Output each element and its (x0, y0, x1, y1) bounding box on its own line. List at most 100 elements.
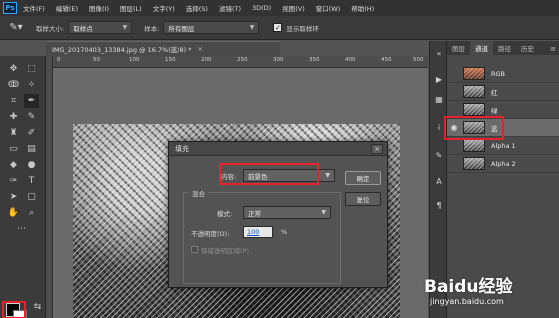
foreground-highlight-box (2, 301, 26, 318)
expand-panels-icon[interactable]: « (433, 47, 445, 59)
dodge-tool-icon[interactable]: ● (24, 158, 39, 172)
path-selection-tool-icon[interactable]: ➤ (6, 190, 21, 204)
type-tool-icon[interactable]: T (24, 174, 39, 188)
blur-tool-icon[interactable]: ◆ (6, 158, 21, 172)
sample-size-select[interactable]: 取样点 ▼ (68, 21, 133, 34)
close-icon[interactable]: × (371, 143, 383, 154)
menu-edit[interactable]: 编辑(E) (56, 3, 78, 13)
vertical-ruler (46, 56, 53, 318)
sample-label: 样本: (144, 24, 160, 33)
tab-layers[interactable]: 图层 (447, 41, 470, 55)
channel-name: 绿 (491, 106, 498, 115)
quick-select-tool-icon[interactable]: ✧ (24, 78, 39, 92)
channel-row-red[interactable]: 红 (447, 83, 559, 101)
panel-tabs: 图层 通道 路径 历史 ≡ (447, 41, 559, 55)
healing-brush-tool-icon[interactable]: ✚ (6, 110, 21, 124)
sample-value: 所有图层 (168, 24, 195, 33)
show-sampling-ring-checkbox[interactable]: ✓ (273, 23, 283, 32)
panel-menu-icon[interactable]: ≡ (550, 45, 559, 55)
tab-paths[interactable]: 路径 (493, 41, 516, 55)
clone-stamp-tool-icon[interactable]: ♜ (6, 126, 21, 140)
opacity-unit: % (281, 228, 288, 236)
menu-view[interactable]: 视图(V) (282, 3, 305, 13)
channel-thumbnail (463, 85, 485, 98)
ruler-tick-label: 0 (57, 57, 61, 63)
chevron-down-icon: ▼ (321, 209, 326, 216)
channel-name: Alpha 2 (491, 159, 516, 168)
gradient-tool-icon[interactable]: ▤ (24, 142, 39, 156)
fill-dialog: 填充 × 内容: 前景色 ▼ 混合 模式: 正常 ▼ 不透明度(O): 100 … (168, 141, 388, 288)
menu-window[interactable]: 窗口(W) (316, 3, 341, 13)
menu-type[interactable]: 文字(Y) (153, 3, 175, 13)
opacity-input[interactable]: 100 (243, 226, 273, 238)
sample-select[interactable]: 所有图层 ▼ (163, 21, 260, 34)
tab-channels[interactable]: 通道 (470, 41, 493, 55)
channel-row-rgb[interactable]: RGB (447, 65, 559, 83)
crop-tool-icon[interactable]: ⌗ (6, 94, 21, 108)
eraser-tool-icon[interactable]: ▭ (6, 142, 21, 156)
mode-select[interactable]: 正常 ▼ (243, 206, 331, 219)
menu-bar: Ps 文件(F) 编辑(E) 图像(I) 图层(L) 文字(Y) 选择(S) 滤… (0, 0, 559, 16)
menu-filter[interactable]: 滤镜(T) (219, 3, 241, 13)
channel-name: 红 (491, 88, 498, 97)
move-tool-icon[interactable]: ✥ (6, 62, 21, 76)
baidu-jingyan-watermark: Baidu经验 jingyan.baidu.com (424, 272, 554, 314)
marquee-tool-icon[interactable]: ⬚ (24, 62, 39, 76)
photoshop-logo: Ps (3, 2, 17, 14)
options-bar: ✎▾ 取样大小: 取样点 ▼ 样本: 所有图层 ▼ ✓ 显示取样环 (0, 16, 559, 40)
watermark-logo: Baidu经验 (424, 277, 513, 297)
brush-panel-icon[interactable]: ✎ (433, 149, 445, 161)
eyedropper-tool-preset-icon[interactable]: ✎▾ (4, 19, 28, 37)
chevron-down-icon: ▼ (122, 24, 128, 31)
menu-layer[interactable]: 图层(L) (120, 3, 142, 13)
pen-tool-icon[interactable]: ✑ (6, 174, 21, 188)
menu-help[interactable]: 帮助(H) (351, 3, 374, 13)
tab-history[interactable]: 历史 (516, 41, 539, 55)
channel-thumbnail (463, 157, 485, 170)
menu-select[interactable]: 选择(S) (186, 3, 208, 13)
paragraph-panel-icon[interactable]: ¶ (433, 199, 445, 211)
dialog-title-bar[interactable]: 填充 × (169, 142, 387, 156)
channel-name: Alpha 1 (491, 141, 516, 150)
more-tools-icon[interactable]: ⋯ (14, 222, 29, 236)
ruler-tick-label: 50 (93, 57, 100, 63)
chevron-down-icon: ▼ (249, 24, 255, 31)
ruler-tick-label: 100 (129, 57, 140, 63)
zoom-tool-icon[interactable]: ⌕ (24, 206, 39, 220)
sample-size-label: 取样大小: (36, 24, 65, 33)
ok-button[interactable]: 确定 (345, 171, 381, 185)
channel-thumbnail (463, 139, 485, 152)
ruler-tick-label: 200 (201, 57, 212, 63)
close-icon[interactable]: × (197, 45, 202, 53)
ruler-tick-label: 500 (413, 57, 424, 63)
watermark-url: jingyan.baidu.com (430, 297, 504, 306)
swap-colors-icon[interactable]: ⇆ (30, 300, 45, 314)
document-tab[interactable]: IMG_20170403_13384.jpg @ 16.7%(蓝/8) * × (46, 41, 280, 56)
channel-row-alpha2[interactable]: Alpha 2 (447, 155, 559, 173)
channel-thumbnail (463, 103, 485, 116)
contents-highlight-box (219, 163, 319, 185)
brush-tool-icon[interactable]: ✎ (24, 110, 39, 124)
opacity-label: 不透明度(O): (191, 230, 230, 238)
menu-image[interactable]: 图像(I) (89, 3, 109, 13)
show-sampling-ring-label: 显示取样环 (286, 24, 319, 33)
dialog-title: 填充 (175, 144, 189, 153)
preserve-transparency-label: 保留透明区域(P) (201, 247, 249, 255)
rectangle-tool-icon[interactable]: ▢ (24, 190, 39, 204)
hand-tool-icon[interactable]: ✋ (6, 206, 21, 220)
character-panel-icon[interactable]: A (433, 175, 445, 187)
menu-file[interactable]: 文件(F) (23, 3, 45, 13)
lasso-tool-icon[interactable]: ↂ (6, 78, 21, 92)
history-brush-tool-icon[interactable]: ✐ (24, 126, 39, 140)
reset-button[interactable]: 复位 (345, 192, 381, 206)
menu-3d[interactable]: 3D(D) (252, 4, 271, 12)
sample-size-value: 取样点 (73, 24, 93, 33)
ruler-tick-label: 250 (237, 57, 248, 63)
histogram-icon[interactable]: ▦ (433, 93, 445, 105)
preserve-transparency-checkbox[interactable] (191, 246, 198, 253)
mode-label: 模式: (217, 210, 233, 218)
ruler-tick-label: 350 (309, 57, 320, 63)
eyedropper-tool-icon[interactable]: ✒ (24, 94, 39, 108)
play-action-icon[interactable]: ▶ (433, 73, 445, 85)
channel-thumbnail (463, 67, 485, 80)
